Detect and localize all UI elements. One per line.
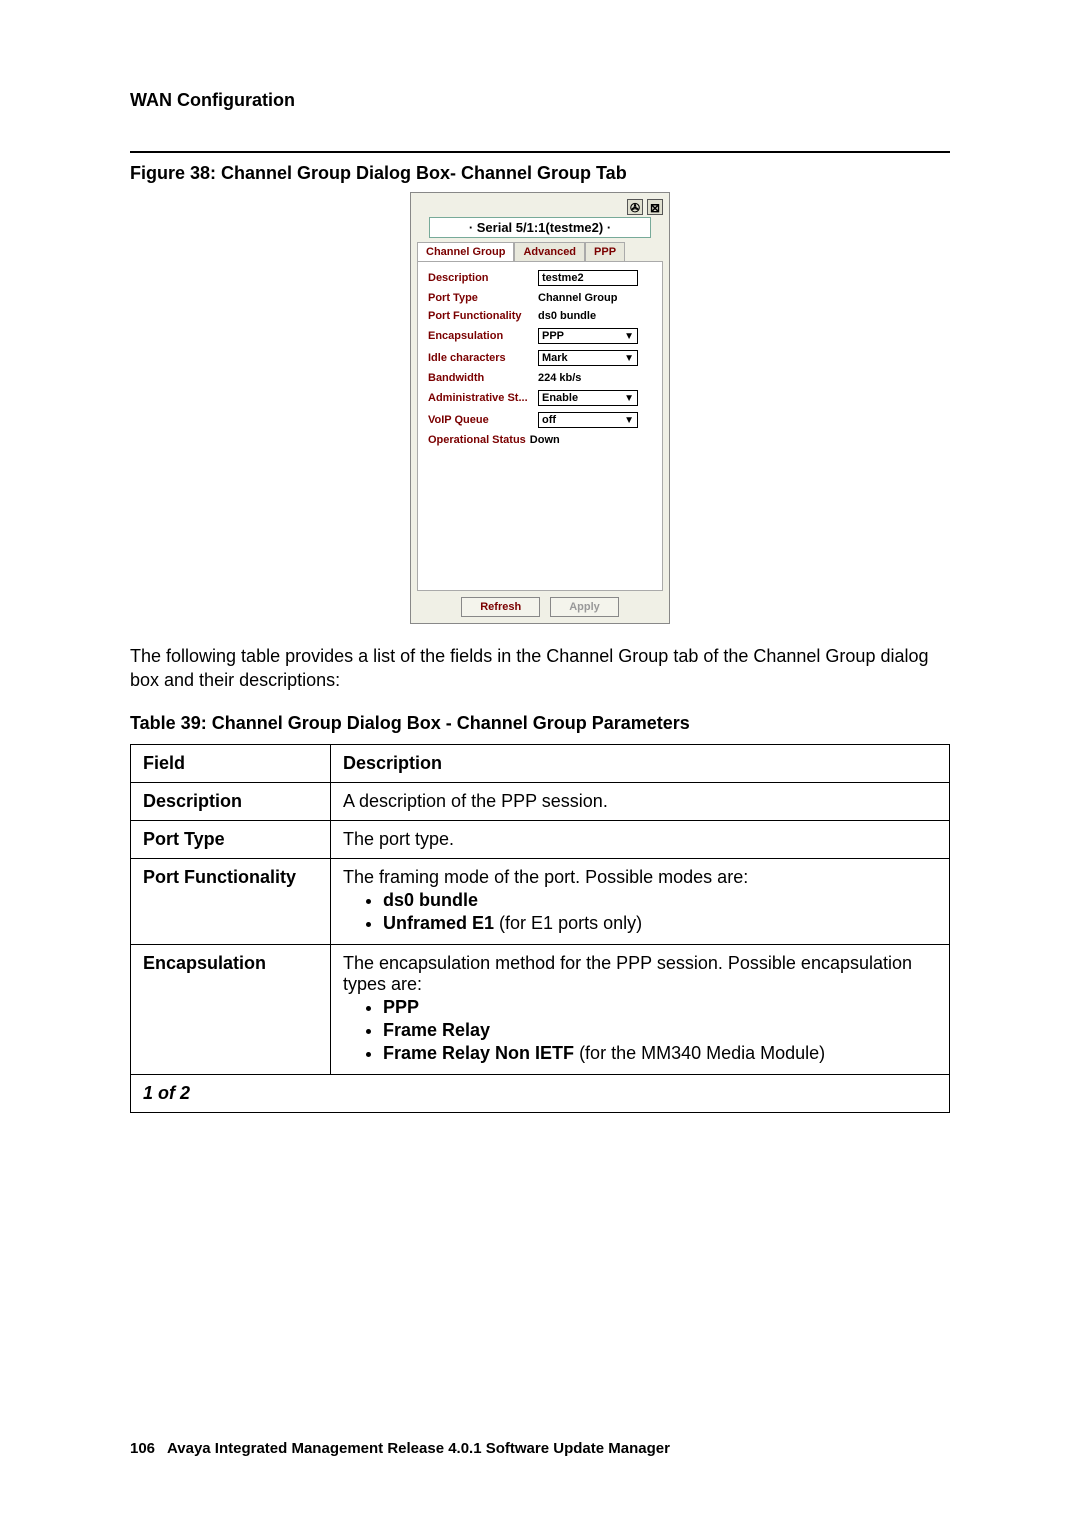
cell-field: Port Type xyxy=(131,820,331,858)
field-operational-status: Operational Status Down xyxy=(428,434,652,446)
cell-description: The framing mode of the port. Possible m… xyxy=(331,858,950,944)
bold-text: Unframed E1 xyxy=(383,913,494,933)
plain-text: (for E1 ports only) xyxy=(494,913,642,933)
list-item: ds0 bundle xyxy=(383,890,937,911)
horizontal-rule xyxy=(130,151,950,153)
cell-description: The port type. xyxy=(331,820,950,858)
close-icon[interactable]: ⊠ xyxy=(647,199,663,215)
field-port-functionality: Port Functionality ds0 bundle xyxy=(428,310,652,322)
field-bandwidth: Bandwidth 224 kb/s xyxy=(428,372,652,384)
pager-cell: 1 of 2 xyxy=(131,1074,950,1112)
plain-text: (for the MM340 Media Module) xyxy=(574,1043,825,1063)
value-port-type: Channel Group xyxy=(538,292,652,304)
select-voip-queue-value: off xyxy=(542,414,556,426)
select-encapsulation-value: PPP xyxy=(542,330,564,342)
field-description: Description testme2 xyxy=(428,270,652,286)
figure-caption: Figure 38: Channel Group Dialog Box- Cha… xyxy=(130,163,950,184)
value-port-functionality: ds0 bundle xyxy=(538,310,652,322)
label-idle-characters: Idle characters xyxy=(428,352,538,364)
refresh-button[interactable]: Refresh xyxy=(461,597,540,617)
cell-description: A description of the PPP session. xyxy=(331,782,950,820)
list-item: PPP xyxy=(383,997,937,1018)
input-description[interactable]: testme2 xyxy=(538,270,638,286)
col-field: Field xyxy=(131,744,331,782)
table-row: Encapsulation The encapsulation method f… xyxy=(131,944,950,1074)
field-voip-queue: VoIP Queue off ▼ xyxy=(428,412,652,428)
select-encapsulation[interactable]: PPP ▼ xyxy=(538,328,638,344)
pin-icon[interactable]: ✇ xyxy=(627,199,643,215)
desc-text: The encapsulation method for the PPP ses… xyxy=(343,953,912,994)
label-port-functionality: Port Functionality xyxy=(428,310,538,322)
col-description: Description xyxy=(331,744,950,782)
field-admin-status: Administrative St... Enable ▼ xyxy=(428,390,652,406)
desc-text: The framing mode of the port. Possible m… xyxy=(343,867,748,887)
field-encapsulation: Encapsulation PPP ▼ xyxy=(428,328,652,344)
bold-text: ds0 bundle xyxy=(383,890,478,910)
value-bandwidth: 224 kb/s xyxy=(538,372,652,384)
chevron-down-icon: ▼ xyxy=(624,331,634,342)
value-operational-status: Down xyxy=(530,434,652,446)
chevron-down-icon: ▼ xyxy=(624,393,634,404)
chevron-down-icon: ▼ xyxy=(624,353,634,364)
bold-text: PPP xyxy=(383,997,419,1017)
apply-button[interactable]: Apply xyxy=(550,597,619,617)
list-item: Frame Relay xyxy=(383,1020,937,1041)
doc-title: Avaya Integrated Management Release 4.0.… xyxy=(167,1440,670,1457)
page-footer: 106 Avaya Integrated Management Release … xyxy=(130,1440,670,1457)
select-idle-characters-value: Mark xyxy=(542,352,568,364)
table-header-row: Field Description xyxy=(131,744,950,782)
select-admin-status[interactable]: Enable ▼ xyxy=(538,390,638,406)
input-description-value: testme2 xyxy=(542,272,584,284)
table-row: Description A description of the PPP ses… xyxy=(131,782,950,820)
label-operational-status: Operational Status xyxy=(428,434,526,446)
list-item: Unframed E1 (for E1 ports only) xyxy=(383,913,937,934)
table-pager-row: 1 of 2 xyxy=(131,1074,950,1112)
bold-text: Frame Relay Non IETF xyxy=(383,1043,574,1063)
channel-group-dialog: ✇ ⊠ · Serial 5/1:1(testme2) · Channel Gr… xyxy=(410,192,670,624)
dialog-title: · Serial 5/1:1(testme2) · xyxy=(429,217,650,238)
table-row: Port Functionality The framing mode of t… xyxy=(131,858,950,944)
tab-advanced[interactable]: Advanced xyxy=(514,242,585,261)
field-idle-characters: Idle characters Mark ▼ xyxy=(428,350,652,366)
table-caption: Table 39: Channel Group Dialog Box - Cha… xyxy=(130,713,950,734)
parameters-table: Field Description Description A descript… xyxy=(130,744,950,1113)
cell-field: Encapsulation xyxy=(131,944,331,1074)
dialog-titlebar: ✇ ⊠ xyxy=(417,199,663,215)
page-number: 106 xyxy=(130,1440,155,1457)
dialog-tabs: Channel Group Advanced PPP xyxy=(417,242,663,261)
tab-channel-group[interactable]: Channel Group xyxy=(417,242,514,261)
label-bandwidth: Bandwidth xyxy=(428,372,538,384)
table-row: Port Type The port type. xyxy=(131,820,950,858)
tab-ppp[interactable]: PPP xyxy=(585,242,625,261)
section-header: WAN Configuration xyxy=(130,90,950,111)
tab-body-channel-group: Description testme2 Port Type Channel Gr… xyxy=(417,261,663,591)
list-item: Frame Relay Non IETF (for the MM340 Medi… xyxy=(383,1043,937,1064)
label-voip-queue: VoIP Queue xyxy=(428,414,538,426)
label-description: Description xyxy=(428,272,538,284)
label-admin-status: Administrative St... xyxy=(428,392,538,404)
cell-field: Description xyxy=(131,782,331,820)
cell-description: The encapsulation method for the PPP ses… xyxy=(331,944,950,1074)
chevron-down-icon: ▼ xyxy=(624,415,634,426)
bold-text: Frame Relay xyxy=(383,1020,490,1040)
label-port-type: Port Type xyxy=(428,292,538,304)
select-voip-queue[interactable]: off ▼ xyxy=(538,412,638,428)
label-encapsulation: Encapsulation xyxy=(428,330,538,342)
field-port-type: Port Type Channel Group xyxy=(428,292,652,304)
select-idle-characters[interactable]: Mark ▼ xyxy=(538,350,638,366)
bullet-list: ds0 bundle Unframed E1 (for E1 ports onl… xyxy=(383,890,937,934)
intro-paragraph: The following table provides a list of t… xyxy=(130,644,950,693)
dialog-buttons: Refresh Apply xyxy=(417,597,663,617)
cell-field: Port Functionality xyxy=(131,858,331,944)
bullet-list: PPP Frame Relay Frame Relay Non IETF (fo… xyxy=(383,997,937,1064)
select-admin-status-value: Enable xyxy=(542,392,578,404)
